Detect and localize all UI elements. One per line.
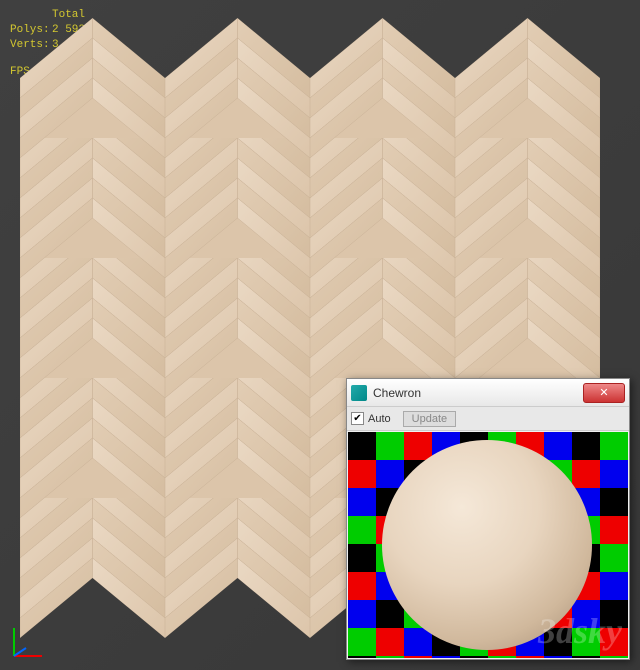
dialog-titlebar[interactable]: Chewron ✕ [347, 379, 629, 407]
update-button[interactable]: Update [403, 411, 456, 427]
auto-checkbox[interactable]: ✔ [351, 412, 364, 425]
close-button[interactable]: ✕ [583, 383, 625, 403]
close-icon: ✕ [599, 386, 608, 399]
dialog-title: Chewron [373, 386, 583, 400]
watermark: 3dsky [538, 610, 622, 652]
auto-label: Auto [368, 413, 391, 425]
app-icon [351, 385, 367, 401]
axis-gizmo[interactable] [8, 622, 48, 662]
viewport-3d[interactable]: Total Polys:2 592 Verts:3 456 FPS: Chewr… [0, 0, 640, 670]
dialog-toolbar: ✔ Auto Update [347, 407, 629, 431]
check-icon: ✔ [353, 413, 361, 424]
